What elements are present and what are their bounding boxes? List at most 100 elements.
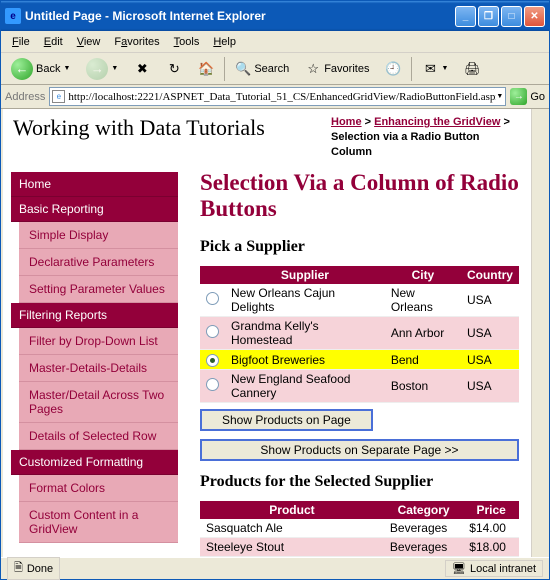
go-button[interactable]: → Go: [510, 88, 545, 105]
page-icon: 🗎: [14, 559, 23, 578]
table-header-row: Product Category Price: [200, 501, 519, 519]
mail-button[interactable]: ✉▼: [416, 58, 454, 80]
print-icon: 🖨: [464, 61, 480, 77]
back-icon: ←: [11, 58, 33, 80]
menu-view[interactable]: View: [70, 34, 108, 50]
favorites-button[interactable]: ☆Favorites: [299, 58, 375, 80]
vertical-scrollbar[interactable]: [531, 109, 547, 557]
address-field[interactable]: e ▼: [49, 87, 506, 106]
nav-customized-formatting[interactable]: Customized Formatting: [11, 450, 178, 475]
nav-setting-parameter-values[interactable]: Setting Parameter Values: [19, 276, 178, 303]
breadcrumb-section[interactable]: Enhancing the GridView: [374, 116, 500, 128]
menu-edit[interactable]: Edit: [37, 34, 70, 50]
refresh-icon: ↻: [166, 61, 182, 77]
radio-button[interactable]: [206, 354, 219, 367]
nav-filter-dropdown[interactable]: Filter by Drop-Down List: [19, 328, 178, 355]
forward-dropdown-icon[interactable]: ▼: [111, 65, 118, 72]
cell-country: USA: [461, 370, 519, 403]
table-row[interactable]: New Orleans Cajun DelightsNew OrleansUSA: [200, 284, 519, 317]
nav-declarative-parameters[interactable]: Declarative Parameters: [19, 249, 178, 276]
cell-product: Sasquatch Ale: [200, 519, 384, 538]
search-icon: 🔍: [235, 61, 251, 77]
nav-basic-reporting[interactable]: Basic Reporting: [11, 197, 178, 222]
sidebar: Home Basic Reporting Simple Display Decl…: [3, 166, 178, 557]
radio-button[interactable]: [206, 292, 219, 305]
search-button[interactable]: 🔍Search: [229, 58, 295, 80]
nav-custom-content-gridview[interactable]: Custom Content in a GridView: [19, 502, 178, 543]
mail-icon: ✉: [422, 61, 438, 77]
menu-help[interactable]: Help: [206, 34, 243, 50]
cell-city: Boston: [385, 370, 461, 403]
nav-master-details[interactable]: Master-Details-Details: [19, 355, 178, 382]
star-icon: ☆: [305, 61, 321, 77]
refresh-button[interactable]: ↻: [160, 58, 188, 80]
menu-favorites[interactable]: Favorites: [107, 34, 166, 50]
home-button[interactable]: 🏠: [192, 58, 220, 80]
titlebar: e Untitled Page - Microsoft Internet Exp…: [1, 1, 549, 31]
breadcrumb-current: Selection via a Radio Button Column: [331, 131, 480, 158]
radio-button[interactable]: [206, 378, 219, 391]
stop-button[interactable]: ✖: [128, 58, 156, 80]
table-row[interactable]: New England Seafood CanneryBostonUSA: [200, 370, 519, 403]
nav-details-selected-row[interactable]: Details of Selected Row: [19, 423, 178, 450]
close-button[interactable]: ✕: [524, 6, 545, 27]
address-dropdown-icon[interactable]: ▼: [496, 93, 503, 100]
home-icon: 🏠: [198, 61, 214, 77]
products-heading: Products for the Selected Supplier: [200, 473, 519, 491]
page-heading: Selection Via a Column of Radio Buttons: [200, 170, 519, 222]
menu-tools[interactable]: Tools: [167, 34, 207, 50]
restore-button[interactable]: ❐: [478, 6, 499, 27]
table-row[interactable]: Bigfoot BreweriesBendUSA: [200, 350, 519, 370]
cell-price: $14.00: [463, 519, 519, 538]
chevron-down-icon[interactable]: ▼: [441, 65, 448, 72]
show-products-on-page-button[interactable]: Show Products on Page: [200, 409, 373, 431]
separator: [411, 57, 412, 81]
cell-country: USA: [461, 350, 519, 370]
table-row: Sasquatch AleBeverages$14.00: [200, 519, 519, 538]
radio-button[interactable]: [206, 325, 219, 338]
window-title: Untitled Page - Microsoft Internet Explo…: [25, 9, 455, 23]
nav-format-colors[interactable]: Format Colors: [19, 475, 178, 502]
cell-product: Steeleye Stout: [200, 538, 384, 557]
window-controls: _ ❐ □ ✕: [455, 6, 545, 27]
intranet-icon: 🖥: [452, 562, 466, 575]
cell-supplier: New Orleans Cajun Delights: [225, 284, 385, 317]
breadcrumb: Home > Enhancing the GridView > Selectio…: [331, 115, 521, 160]
cell-category: Beverages: [384, 538, 463, 557]
print-button[interactable]: 🖨: [458, 58, 486, 80]
nav-filtering-reports[interactable]: Filtering Reports: [11, 303, 178, 328]
cell-city: New Orleans: [385, 284, 461, 317]
cell-price: $14.00: [463, 557, 519, 558]
menu-file[interactable]: File: [5, 34, 37, 50]
col-country: Country: [461, 266, 519, 284]
page-icon: e: [52, 90, 65, 103]
show-products-separate-page-button[interactable]: Show Products on Separate Page >>: [200, 439, 519, 461]
ie-logo-icon: [525, 32, 545, 52]
cell-country: USA: [461, 317, 519, 350]
forward-icon: →: [86, 58, 108, 80]
site-title: Working with Data Tutorials: [13, 115, 331, 160]
nav-home[interactable]: Home: [11, 172, 178, 197]
history-button[interactable]: 🕘: [379, 58, 407, 80]
cell-price: $18.00: [463, 538, 519, 557]
address-input[interactable]: [68, 91, 496, 103]
breadcrumb-home[interactable]: Home: [331, 116, 362, 128]
go-icon: →: [510, 88, 527, 105]
back-label: Back: [36, 63, 60, 75]
maximize-button[interactable]: □: [501, 6, 522, 27]
cell-supplier: Bigfoot Breweries: [225, 350, 385, 370]
separator: [224, 57, 225, 81]
back-button[interactable]: ← Back ▼: [5, 55, 76, 83]
table-row[interactable]: Grandma Kelly's HomesteadAnn ArborUSA: [200, 317, 519, 350]
forward-button[interactable]: → ▼: [80, 55, 124, 83]
products-grid: Product Category Price Sasquatch AleBeve…: [200, 501, 519, 557]
nav-master-detail-two-pages[interactable]: Master/Detail Across Two Pages: [19, 382, 178, 423]
cell-supplier: New England Seafood Cannery: [225, 370, 385, 403]
content-area: Working with Data Tutorials Home > Enhan…: [1, 109, 549, 557]
status-done: 🗎Done: [7, 557, 60, 580]
nav-simple-display[interactable]: Simple Display: [19, 222, 178, 249]
minimize-button[interactable]: _: [455, 6, 476, 27]
page-layout: Home Basic Reporting Simple Display Decl…: [3, 166, 531, 557]
back-dropdown-icon[interactable]: ▼: [63, 65, 70, 72]
menubar: File Edit View Favorites Tools Help: [1, 31, 549, 53]
